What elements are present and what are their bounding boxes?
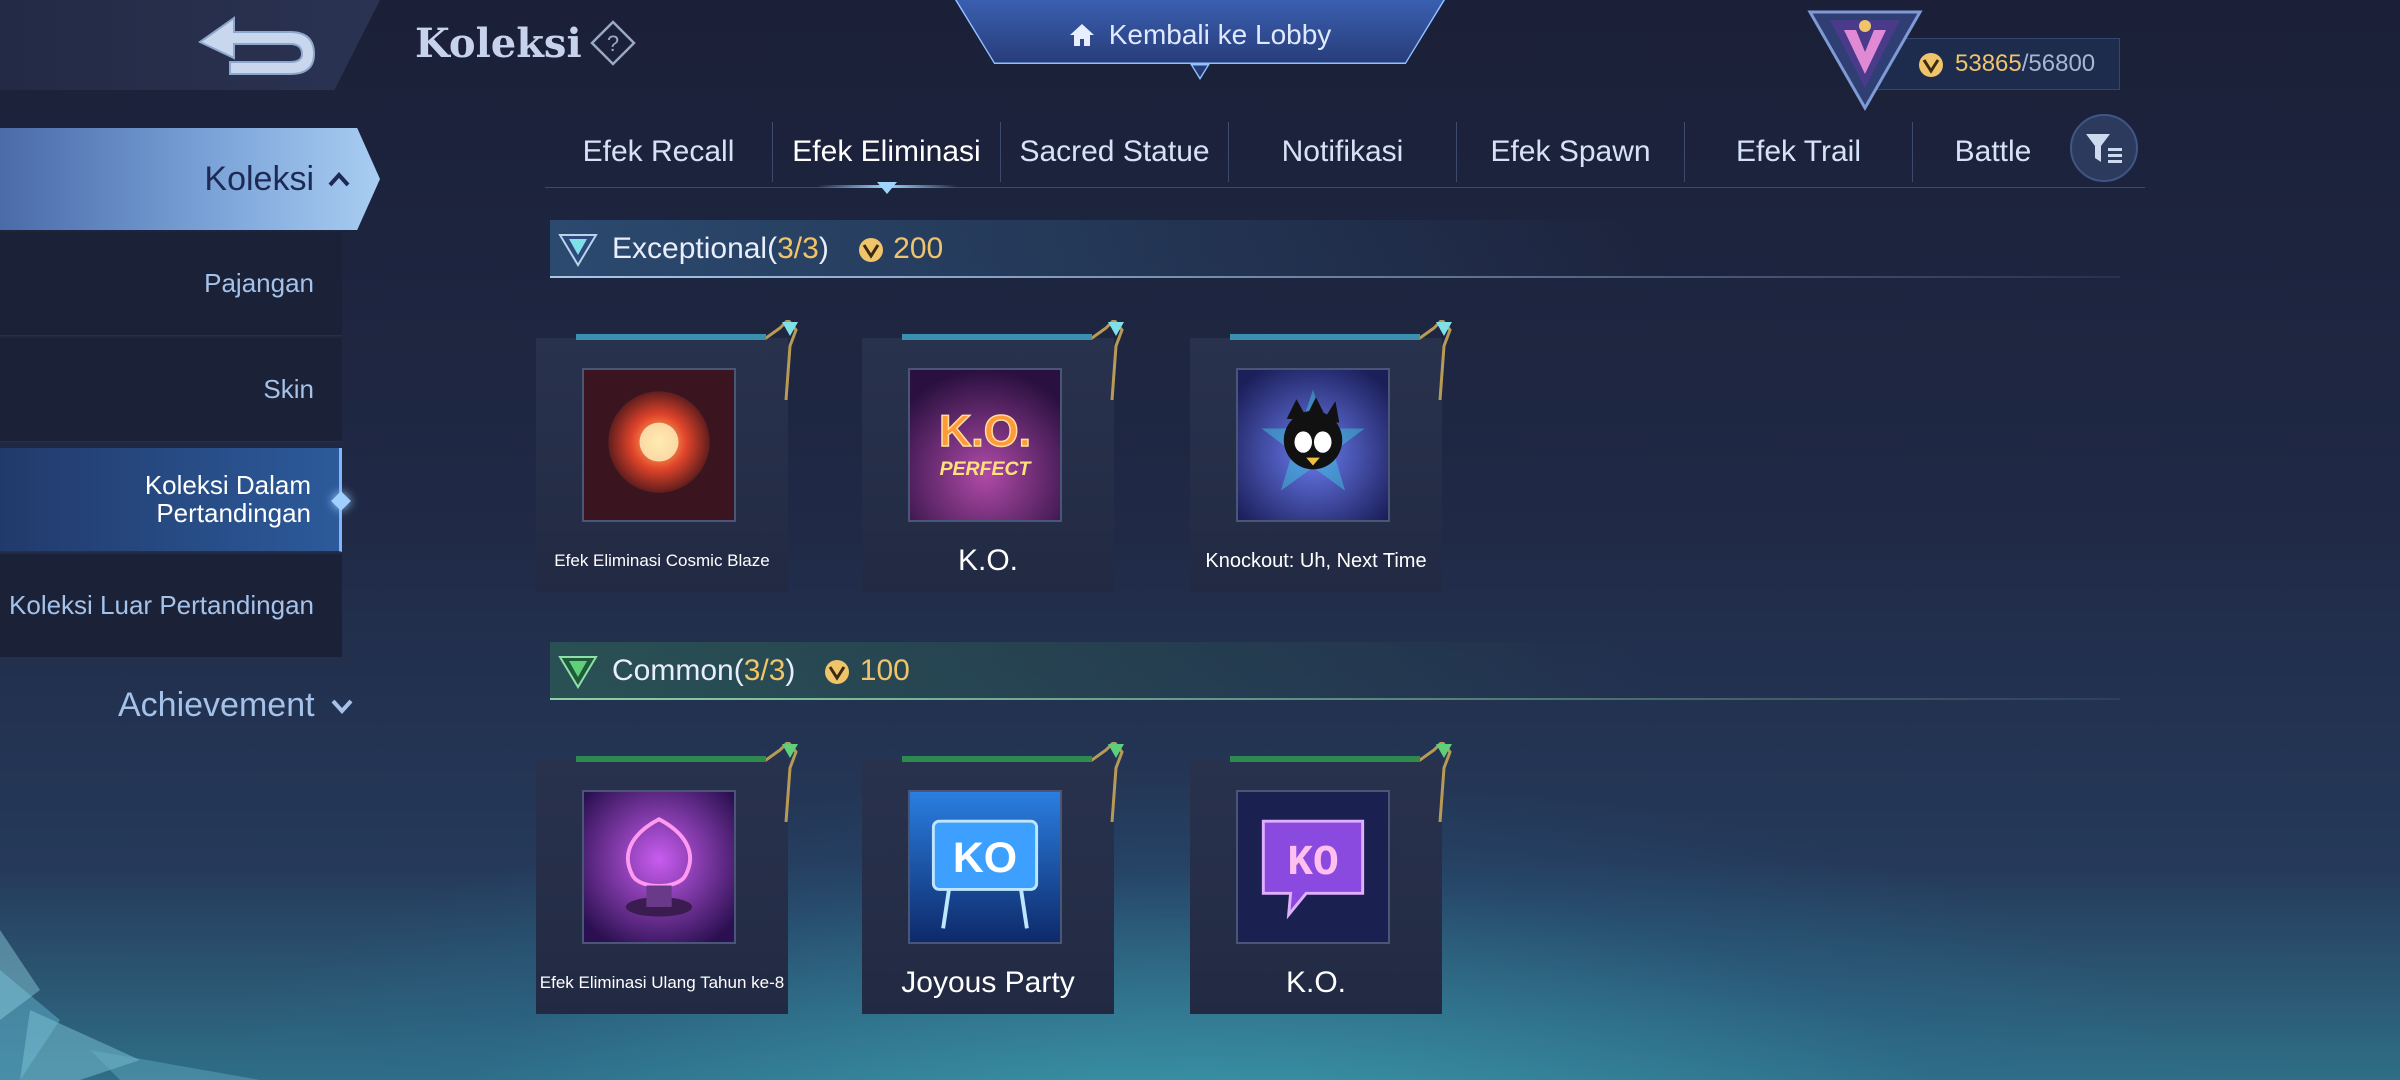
sidebar-item-label: Skin: [263, 373, 314, 404]
item-name: Joyous Party: [901, 966, 1075, 1000]
section-count-close: ): [818, 232, 829, 265]
collector-rank-badge-icon[interactable]: [1800, 4, 1930, 114]
section-header-exceptional: Exceptional(3/3) 200: [550, 220, 2120, 278]
chevron-up-icon: [328, 172, 350, 187]
item-thumbnail: [1236, 368, 1390, 522]
tab-notifikasi[interactable]: Notifikasi: [1229, 122, 1457, 182]
lobby-button-frame: [955, 0, 1445, 80]
back-arrow-icon[interactable]: [190, 12, 320, 80]
tab-efek-trail[interactable]: Efek Trail: [1685, 122, 1913, 182]
section-count-close: ): [785, 654, 796, 687]
filter-button[interactable]: [2070, 114, 2138, 182]
section-divider: [550, 276, 2120, 278]
item-name: Efek Eliminasi Cosmic Blaze: [554, 551, 770, 571]
tab-efek-recall[interactable]: Efek Recall: [545, 122, 773, 182]
section-points: 100: [823, 654, 910, 688]
back-to-lobby-button[interactable]: Kembali ke Lobby: [955, 0, 1445, 80]
item-name: K.O.: [1285, 966, 1346, 1000]
knockout-character-image: [1238, 370, 1388, 520]
tab-label: Sacred Statue: [1019, 135, 1210, 168]
collection-card[interactable]: KO Joyous Party: [862, 742, 1124, 1014]
tab-sacred-statue[interactable]: Sacred Statue: [1001, 122, 1229, 182]
item-thumbnail: K.O. PERFECT: [908, 368, 1062, 522]
collection-point-icon: [825, 660, 850, 685]
thumbnail-perfect-text: PERFECT: [940, 458, 1033, 480]
active-tab-pointer-icon: [877, 182, 897, 194]
ko-perfect-image: K.O. PERFECT: [910, 370, 1060, 520]
tab-label: Notifikasi: [1281, 135, 1404, 168]
tab-label: Efek Spawn: [1490, 135, 1651, 168]
ko-bubble-image: KO: [1238, 792, 1388, 942]
collection-card[interactable]: Efek Eliminasi Ulang Tahun ke-8: [536, 742, 798, 1014]
item-name: K.O.: [957, 544, 1018, 578]
points-max: /56800: [2021, 50, 2096, 77]
section-points: 200: [857, 232, 943, 266]
section-name: Common(: [612, 654, 744, 687]
nav-koleksi[interactable]: Koleksi: [0, 128, 380, 230]
category-tabs: Efek Recall Efek Eliminasi Sacred Statue…: [545, 116, 2145, 194]
section-name: Exceptional(: [612, 232, 778, 265]
points-current: 53865: [1955, 50, 2022, 77]
sidebar-item-label: Koleksi Luar Pertandingan: [9, 589, 314, 620]
sidebar-item-label: Koleksi Dalam Pertandingan: [144, 470, 311, 528]
thumbnail-ko-text: KO: [953, 834, 1017, 882]
help-icon[interactable]: ?: [590, 20, 636, 66]
item-thumbnail: [582, 368, 736, 522]
item-thumbnail: KO: [1236, 790, 1390, 944]
section-count: 3/3: [743, 654, 786, 687]
collection-point-icon: [858, 238, 883, 263]
item-thumbnail: [582, 790, 736, 944]
common-rarity-icon: [558, 656, 598, 689]
sidebar-item-koleksi-dalam-pertandingan[interactable]: Koleksi Dalam Pertandingan: [0, 448, 351, 552]
chevron-down-icon: [331, 699, 353, 714]
collection-card[interactable]: KO K.O.: [1190, 742, 1452, 1014]
page-title: Koleksi: [415, 20, 582, 67]
sidebar-item-koleksi-luar-pertandingan[interactable]: Koleksi Luar Pertandingan: [0, 554, 342, 658]
svg-text:?: ?: [607, 31, 619, 56]
section-title: Exceptional(3/3): [612, 232, 829, 266]
nav-achievement[interactable]: Achievement: [118, 686, 353, 725]
section-header-common: Common(3/3) 100: [550, 642, 2120, 700]
section-title: Common(3/3): [612, 654, 795, 688]
filter-icon: [2086, 134, 2122, 163]
collection-card[interactable]: K.O. PERFECT K.O.: [862, 320, 1124, 592]
item-thumbnail: KO: [908, 790, 1062, 944]
nav-koleksi-label: Koleksi: [204, 159, 314, 198]
decorative-crystal-shards: [0, 930, 260, 1080]
collection-card[interactable]: Knockout: Uh, Next Time: [1190, 320, 1452, 592]
section-points-value: 200: [893, 232, 944, 265]
tab-label: Efek Trail: [1735, 135, 1862, 168]
section-divider: [550, 698, 2120, 700]
sidebar-item-label: Pajangan: [204, 267, 314, 298]
tab-label: Efek Recall: [582, 135, 735, 168]
sidebar-item-pajangan[interactable]: Pajangan: [0, 232, 342, 336]
tab-label: Efek Eliminasi: [792, 135, 981, 168]
joyous-party-image: KO: [910, 792, 1060, 942]
active-indicator: [331, 491, 351, 511]
exceptional-rarity-icon: [558, 234, 598, 267]
nav-achievement-label: Achievement: [118, 686, 315, 724]
collection-card[interactable]: Efek Eliminasi Cosmic Blaze: [536, 320, 798, 592]
tab-battle[interactable]: Battle: [1913, 122, 2073, 182]
thumbnail-ko-text: KO: [1287, 838, 1338, 887]
cosmic-blaze-image: [584, 370, 734, 520]
tab-label: Battle: [1954, 135, 2032, 168]
item-name: Knockout: Uh, Next Time: [1205, 549, 1427, 572]
tab-efek-eliminasi[interactable]: Efek Eliminasi: [773, 122, 1001, 194]
item-name: Efek Eliminasi Ulang Tahun ke-8: [539, 973, 785, 993]
section-count: 3/3: [777, 232, 819, 265]
sidebar-item-skin[interactable]: Skin: [0, 338, 342, 442]
anniversary-image: [584, 792, 734, 942]
tab-efek-spawn[interactable]: Efek Spawn: [1457, 122, 1685, 182]
section-points-value: 100: [859, 654, 910, 687]
thumbnail-ko-text: K.O.: [939, 406, 1031, 456]
